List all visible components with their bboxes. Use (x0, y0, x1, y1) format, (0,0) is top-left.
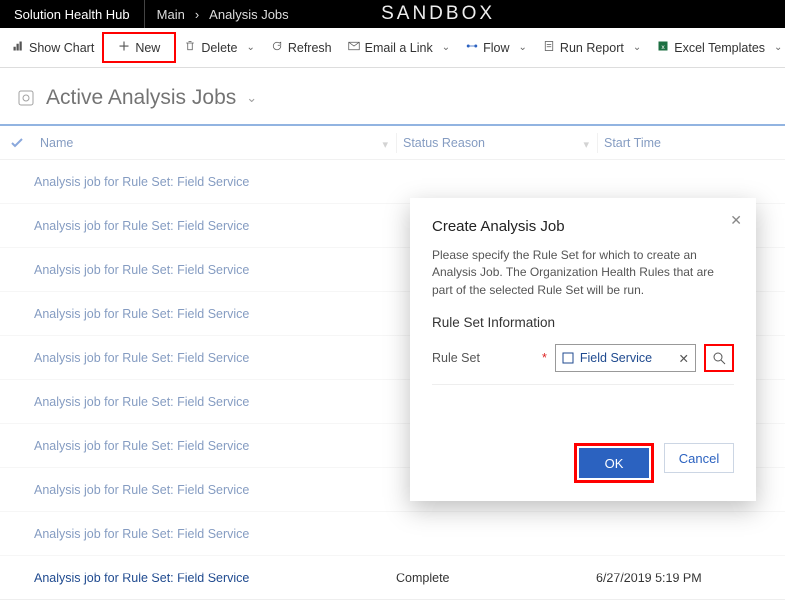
report-icon (543, 40, 555, 55)
chevron-down-icon[interactable]: ⌄ (442, 42, 450, 53)
breadcrumb: Main › Analysis Jobs (145, 7, 301, 22)
show-chart-button[interactable]: Show Chart (4, 34, 102, 61)
chevron-right-icon: › (195, 7, 199, 22)
trash-icon (184, 40, 196, 55)
cancel-button[interactable]: Cancel (664, 443, 734, 473)
ruleset-field: Rule Set * Field Service ✕ (432, 344, 734, 385)
ruleset-lookup[interactable]: Field Service ✕ (555, 344, 696, 372)
ruleset-label: Rule Set (432, 351, 542, 365)
run-report-button[interactable]: Run Report ⌄ (535, 34, 649, 61)
chevron-down-icon[interactable]: ⌄ (633, 42, 641, 53)
refresh-button[interactable]: Refresh (263, 34, 340, 61)
refresh-icon (271, 40, 283, 55)
dialog-section: Rule Set Information (432, 315, 734, 330)
command-bar: Show Chart New Delete ⌄ Refresh Email a … (0, 28, 785, 68)
excel-icon: x (657, 40, 669, 55)
plus-icon (118, 40, 130, 55)
chevron-down-icon[interactable]: ⌄ (774, 42, 782, 53)
dialog-description: Please specify the Rule Set for which to… (432, 247, 734, 299)
breadcrumb-current[interactable]: Analysis Jobs (209, 7, 288, 22)
clear-icon[interactable]: ✕ (679, 351, 689, 366)
search-icon (712, 351, 726, 365)
chevron-down-icon[interactable]: ⌄ (246, 42, 254, 53)
email-link-button[interactable]: Email a Link ⌄ (340, 34, 458, 61)
app-name[interactable]: Solution Health Hub (0, 0, 145, 28)
chart-icon (12, 40, 24, 55)
flow-button[interactable]: Flow ⌄ (458, 34, 535, 61)
flow-icon (466, 40, 478, 55)
mail-icon (348, 40, 360, 55)
excel-templates-button[interactable]: x Excel Templates ⌄ (649, 34, 785, 61)
entity-icon (562, 352, 574, 364)
new-button[interactable]: New (102, 32, 176, 63)
dialog-title: Create Analysis Job (432, 218, 734, 235)
close-icon[interactable]: ✕ (730, 212, 742, 229)
ok-highlight: OK (574, 443, 654, 483)
delete-button[interactable]: Delete ⌄ (176, 34, 263, 61)
create-analysis-dialog: ✕ Create Analysis Job Please specify the… (410, 198, 756, 501)
lookup-search-button[interactable] (704, 344, 734, 372)
environment-label: SANDBOX (381, 3, 495, 25)
chevron-down-icon[interactable]: ⌄ (519, 42, 527, 53)
required-asterisk: * (542, 351, 547, 365)
top-nav: Solution Health Hub Main › Analysis Jobs… (0, 0, 785, 28)
lookup-value: Field Service (580, 351, 652, 365)
ok-button[interactable]: OK (579, 448, 649, 478)
breadcrumb-root[interactable]: Main (157, 7, 185, 22)
